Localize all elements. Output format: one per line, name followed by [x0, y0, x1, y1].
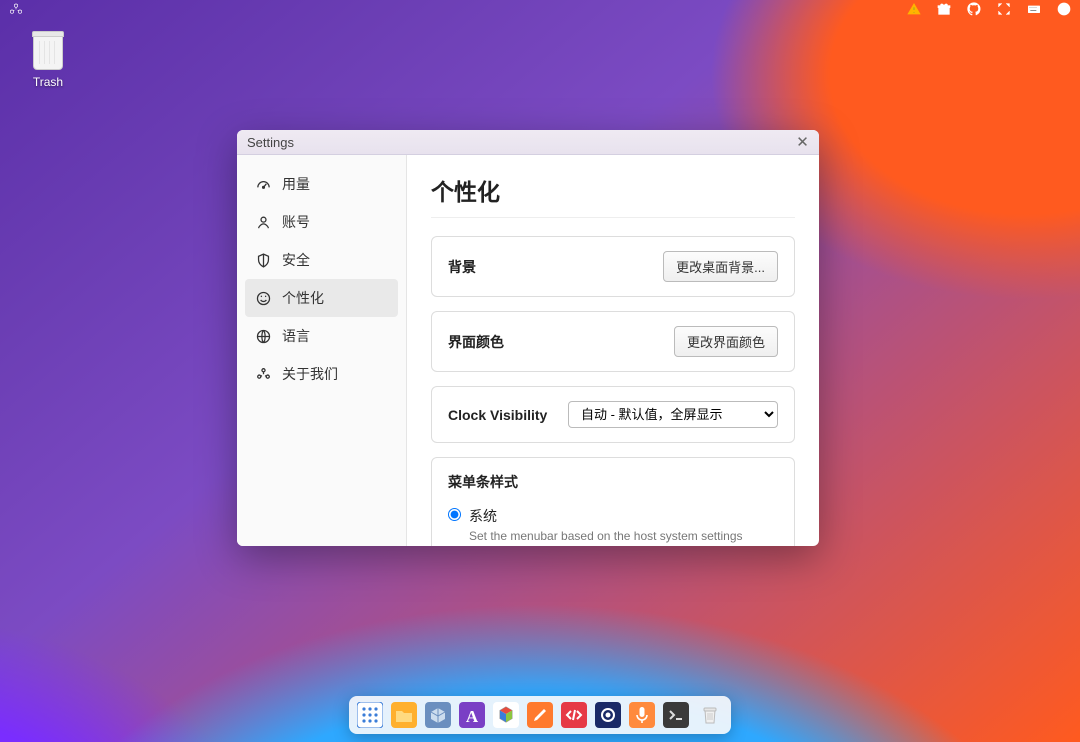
menubar-style-desc: Set the menubar based on the host system…: [469, 529, 743, 543]
dock-trash[interactable]: [697, 702, 723, 728]
fullscreen-icon[interactable]: [996, 1, 1012, 22]
github-icon[interactable]: [966, 1, 982, 22]
about-icon: [255, 366, 272, 383]
sidebar-item-label: 关于我们: [282, 364, 338, 384]
dock-apps[interactable]: [357, 702, 383, 728]
globe-icon: [255, 328, 272, 345]
dock-font[interactable]: A: [459, 702, 485, 728]
settings-sidebar: 用量 账号 安全 个性化 语言 关于我们: [237, 155, 407, 546]
desktop-trash-label: Trash: [22, 75, 74, 89]
sidebar-item-label: 个性化: [282, 288, 324, 308]
change-wallpaper-button[interactable]: 更改桌面背景...: [663, 251, 778, 282]
sidebar-item-account[interactable]: 账号: [245, 203, 398, 241]
user-icon[interactable]: [1056, 1, 1072, 22]
close-button[interactable]: ✕: [794, 134, 811, 151]
dock-code[interactable]: [561, 702, 587, 728]
palette-icon: [255, 290, 272, 307]
svg-text:A: A: [466, 707, 479, 726]
system-logo-icon[interactable]: [8, 1, 24, 22]
sidebar-item-label: 安全: [282, 250, 310, 270]
gauge-icon: [255, 176, 272, 193]
change-colors-button[interactable]: 更改界面颜色: [674, 326, 778, 357]
window-title: Settings: [247, 135, 294, 150]
clock-visibility-label: Clock Visibility: [448, 407, 547, 423]
menubar-style-card: 菜单条样式 系统 Set the menubar based on the ho…: [431, 457, 795, 546]
menubar-style-radio-system[interactable]: [448, 508, 461, 521]
menubar-style-heading: 菜单条样式: [448, 472, 778, 492]
menubar-style-option-system[interactable]: 系统 Set the menubar based on the host sys…: [448, 506, 778, 543]
gift-icon[interactable]: [936, 1, 952, 22]
dock-packages[interactable]: [425, 702, 451, 728]
sidebar-item-personalization[interactable]: 个性化: [245, 279, 398, 317]
dock-files[interactable]: [391, 702, 417, 728]
sidebar-item-label: 语言: [282, 326, 310, 346]
dock-mic[interactable]: [629, 702, 655, 728]
sidebar-item-language[interactable]: 语言: [245, 317, 398, 355]
menubar-style-label: 系统: [469, 506, 743, 526]
keyboard-icon[interactable]: [1026, 1, 1042, 22]
settings-content: 个性化 背景 更改桌面背景... 界面颜色 更改界面颜色 Clock Visib…: [407, 155, 819, 546]
sidebar-item-security[interactable]: 安全: [245, 241, 398, 279]
background-card: 背景 更改桌面背景...: [431, 236, 795, 297]
shield-icon: [255, 252, 272, 269]
warning-icon[interactable]: [906, 1, 922, 22]
window-titlebar[interactable]: Settings ✕: [237, 130, 819, 155]
menubar: [0, 0, 1080, 22]
clock-visibility-card: Clock Visibility 自动 - 默认值，全屏显示: [431, 386, 795, 443]
desktop-trash[interactable]: Trash: [22, 34, 74, 89]
dock-3d[interactable]: [493, 702, 519, 728]
colors-label: 界面颜色: [448, 332, 504, 352]
dock-terminal[interactable]: [663, 702, 689, 728]
person-icon: [255, 214, 272, 231]
sidebar-item-label: 用量: [282, 174, 310, 194]
sidebar-item-usage[interactable]: 用量: [245, 165, 398, 203]
dock-color-picker[interactable]: [527, 702, 553, 728]
page-title: 个性化: [431, 173, 795, 218]
sidebar-item-about[interactable]: 关于我们: [245, 355, 398, 393]
clock-visibility-select[interactable]: 自动 - 默认值，全屏显示: [568, 401, 778, 428]
sidebar-item-label: 账号: [282, 212, 310, 232]
background-label: 背景: [448, 257, 476, 277]
dock-camera[interactable]: [595, 702, 621, 728]
colors-card: 界面颜色 更改界面颜色: [431, 311, 795, 372]
trash-icon: [33, 34, 63, 70]
settings-window: Settings ✕ 用量 账号 安全 个性化 语言: [237, 130, 819, 546]
dock: A: [349, 696, 731, 734]
